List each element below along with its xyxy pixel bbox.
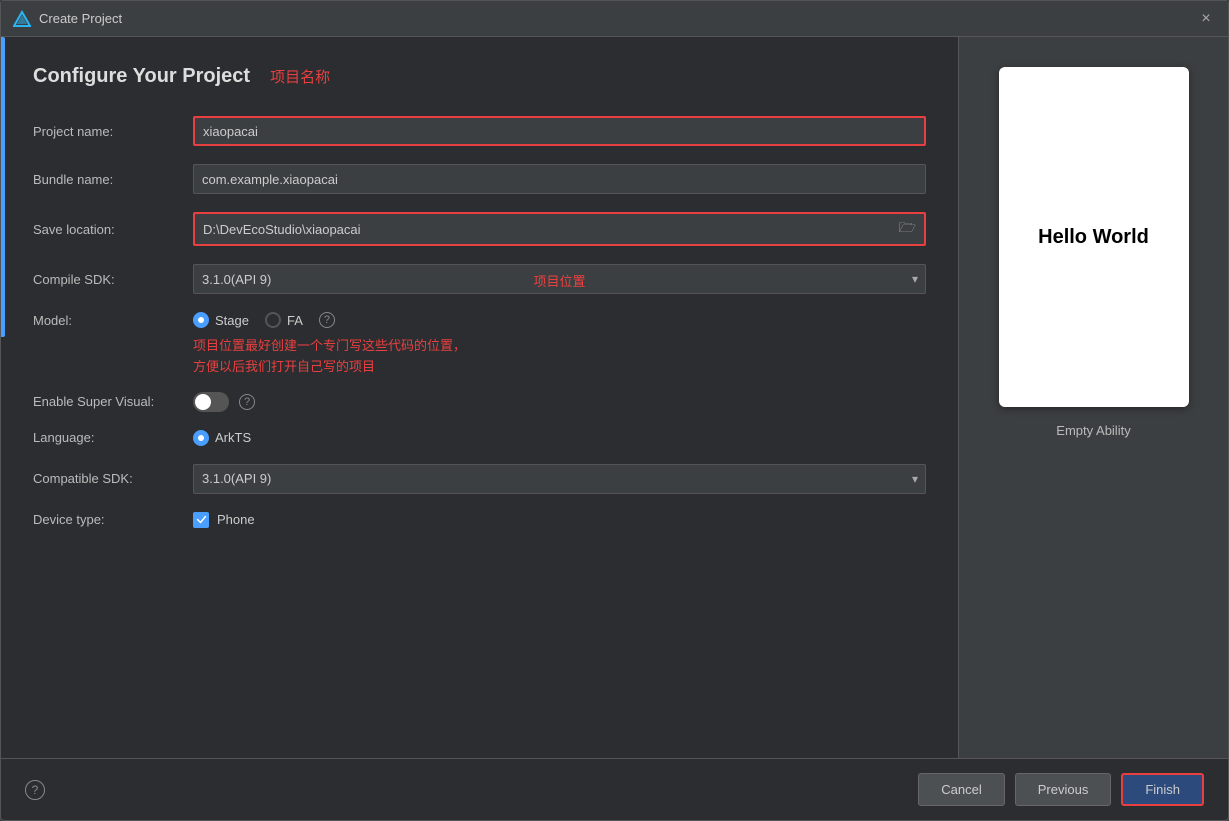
model-radio-group: Stage FA ? [193, 312, 926, 328]
stage-label: Stage [215, 313, 249, 328]
right-panel: Hello World Empty Ability [958, 37, 1228, 758]
phone-checkbox[interactable] [193, 512, 209, 528]
compatible-sdk-label: Compatible SDK: [33, 471, 193, 486]
stage-radio[interactable] [193, 312, 209, 328]
language-label: Language: [33, 430, 193, 445]
model-annotation-line2: 方便以后我们打开自己写的项目 [193, 357, 926, 378]
project-name-label: Project name: [33, 124, 193, 139]
footer-help-icon[interactable]: ? [25, 780, 45, 800]
preview-phone: Hello World [999, 67, 1189, 407]
model-annotation-line1: 项目位置最好创建一个专门写这些代码的位置， [193, 336, 926, 357]
annotation-title: 项目名称 [270, 66, 330, 87]
enable-super-visual-label: Enable Super Visual: [33, 394, 193, 409]
save-location-input[interactable] [195, 214, 924, 244]
model-label: Model: [33, 313, 193, 328]
enable-super-visual-row: Enable Super Visual: ? [33, 392, 926, 412]
language-row: Language: ArkTS [33, 430, 926, 446]
project-name-row: Project name: [33, 116, 926, 146]
accent-bar [1, 37, 5, 337]
model-annotation-block: 项目位置最好创建一个专门写这些代码的位置， 方便以后我们打开自己写的项目 [193, 336, 926, 378]
compatible-sdk-select[interactable]: 3.1.0(API 9) [193, 464, 926, 494]
model-stage-item[interactable]: Stage [193, 312, 249, 328]
model-help-icon[interactable]: ? [319, 312, 335, 328]
compile-sdk-wrapper: 3.1.0(API 9) 项目位置 ▾ [193, 264, 926, 294]
bundle-name-row: Bundle name: [33, 164, 926, 194]
section-title: Configure Your Project [33, 65, 250, 88]
model-row: Model: Stage FA ? [33, 312, 926, 328]
template-label: Empty Ability [1056, 423, 1130, 438]
preview-hello-text: Hello World [1038, 226, 1149, 249]
compile-sdk-select[interactable]: 3.1.0(API 9) [193, 264, 926, 294]
save-location-label: Save location: [33, 222, 193, 237]
close-button[interactable]: × [1196, 10, 1216, 28]
model-fa-item[interactable]: FA [265, 312, 303, 328]
previous-button[interactable]: Previous [1015, 773, 1112, 806]
phone-label: Phone [217, 512, 255, 527]
arkts-label: ArkTS [215, 430, 251, 445]
create-project-dialog: Create Project × Configure Your Project … [0, 0, 1229, 821]
compatible-sdk-row: Compatible SDK: 3.1.0(API 9) ▾ [33, 464, 926, 494]
save-location-row: Save location: 🗁 [33, 212, 926, 246]
language-arkts-item[interactable]: ArkTS [193, 430, 251, 446]
toggle-controls: ? [193, 392, 926, 412]
footer-buttons: Cancel Previous Finish [918, 773, 1204, 806]
title-bar: Create Project × [1, 1, 1228, 37]
dialog-footer: ? Cancel Previous Finish [1, 758, 1228, 820]
folder-icon[interactable]: 🗁 [899, 217, 916, 241]
arkts-radio[interactable] [193, 430, 209, 446]
device-type-phone-item[interactable]: Phone [193, 512, 255, 528]
device-type-row: Device type: Phone [33, 512, 926, 528]
compile-sdk-label: Compile SDK: [33, 272, 193, 287]
device-type-label: Device type: [33, 512, 193, 527]
app-icon [13, 10, 31, 28]
finish-button[interactable]: Finish [1121, 773, 1204, 806]
bundle-name-input[interactable] [193, 164, 926, 194]
title-row: Configure Your Project 项目名称 [33, 65, 926, 92]
super-visual-help-icon[interactable]: ? [239, 394, 255, 410]
compatible-sdk-wrapper: 3.1.0(API 9) ▾ [193, 464, 926, 494]
compile-sdk-row: Compile SDK: 3.1.0(API 9) 项目位置 ▾ [33, 264, 926, 294]
fa-radio[interactable] [265, 312, 281, 328]
left-panel: Configure Your Project 项目名称 Project name… [1, 37, 958, 758]
dialog-title: Create Project [39, 11, 122, 26]
project-name-input[interactable] [193, 116, 926, 146]
dialog-body: Configure Your Project 项目名称 Project name… [1, 37, 1228, 758]
fa-label: FA [287, 313, 303, 328]
super-visual-toggle[interactable] [193, 392, 229, 412]
cancel-button[interactable]: Cancel [918, 773, 1004, 806]
bundle-name-label: Bundle name: [33, 172, 193, 187]
save-location-field: 🗁 [193, 212, 926, 246]
